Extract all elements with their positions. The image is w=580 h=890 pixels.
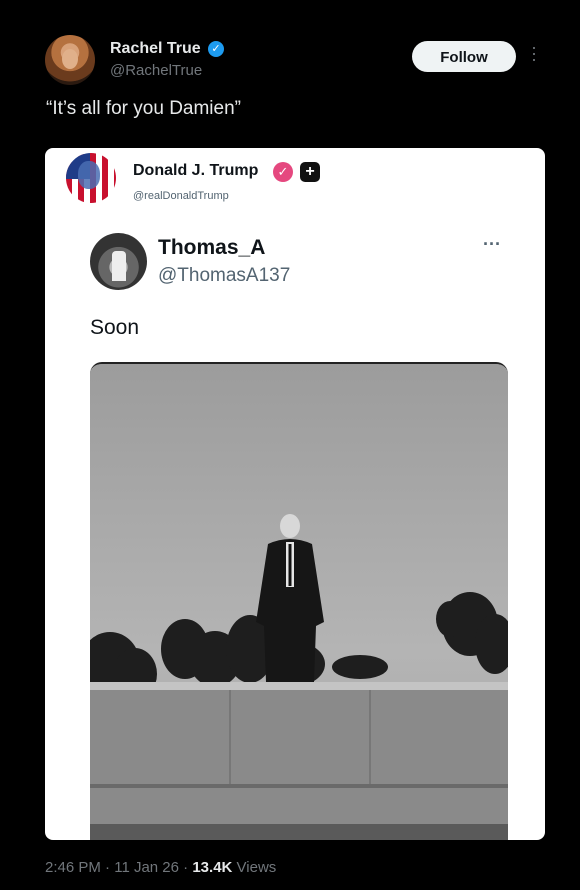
plus-badge-icon: +	[300, 162, 320, 182]
follow-button[interactable]: Follow	[412, 41, 516, 72]
verified-badge-icon: ✓	[273, 162, 293, 182]
views-label: Views	[236, 859, 277, 876]
quoted-author-avatar	[90, 233, 147, 290]
embed-author-name: Donald J. Trump	[133, 162, 259, 179]
post-date[interactable]: 11 Jan 26	[114, 859, 179, 876]
post-time[interactable]: 2:46 PM	[45, 859, 101, 876]
post-text: “It’s all for you Damien”	[46, 98, 241, 119]
quoted-author-handle: @ThomasA137	[158, 265, 291, 286]
photo-illustration	[90, 364, 508, 840]
quoted-author-name: Thomas_A	[158, 236, 266, 259]
post-meta: 2:46 PM · 11 Jan 26 · 13.4K Views	[45, 859, 276, 876]
quoted-more-icon: ···	[483, 234, 501, 254]
rooftop-photo	[90, 362, 508, 840]
author-handle[interactable]: @RachelTrue	[110, 62, 202, 79]
embed-author-avatar	[66, 153, 116, 203]
views-count: 13.4K	[192, 859, 233, 876]
quoted-text: Soon	[90, 316, 140, 339]
embed-author-handle: @realDonaldTrump	[133, 190, 229, 202]
meta-separator: ·	[183, 859, 189, 876]
more-options-icon[interactable]: · · ·	[528, 38, 540, 68]
author-avatar[interactable]	[45, 35, 95, 85]
author-name[interactable]: Rachel True	[110, 40, 201, 58]
meta-separator: ·	[105, 859, 111, 876]
verified-badge-icon: ✓	[208, 41, 224, 57]
embedded-screenshot[interactable]: Donald J. Trump ✓ + @realDonaldTrump Tho…	[45, 148, 545, 840]
